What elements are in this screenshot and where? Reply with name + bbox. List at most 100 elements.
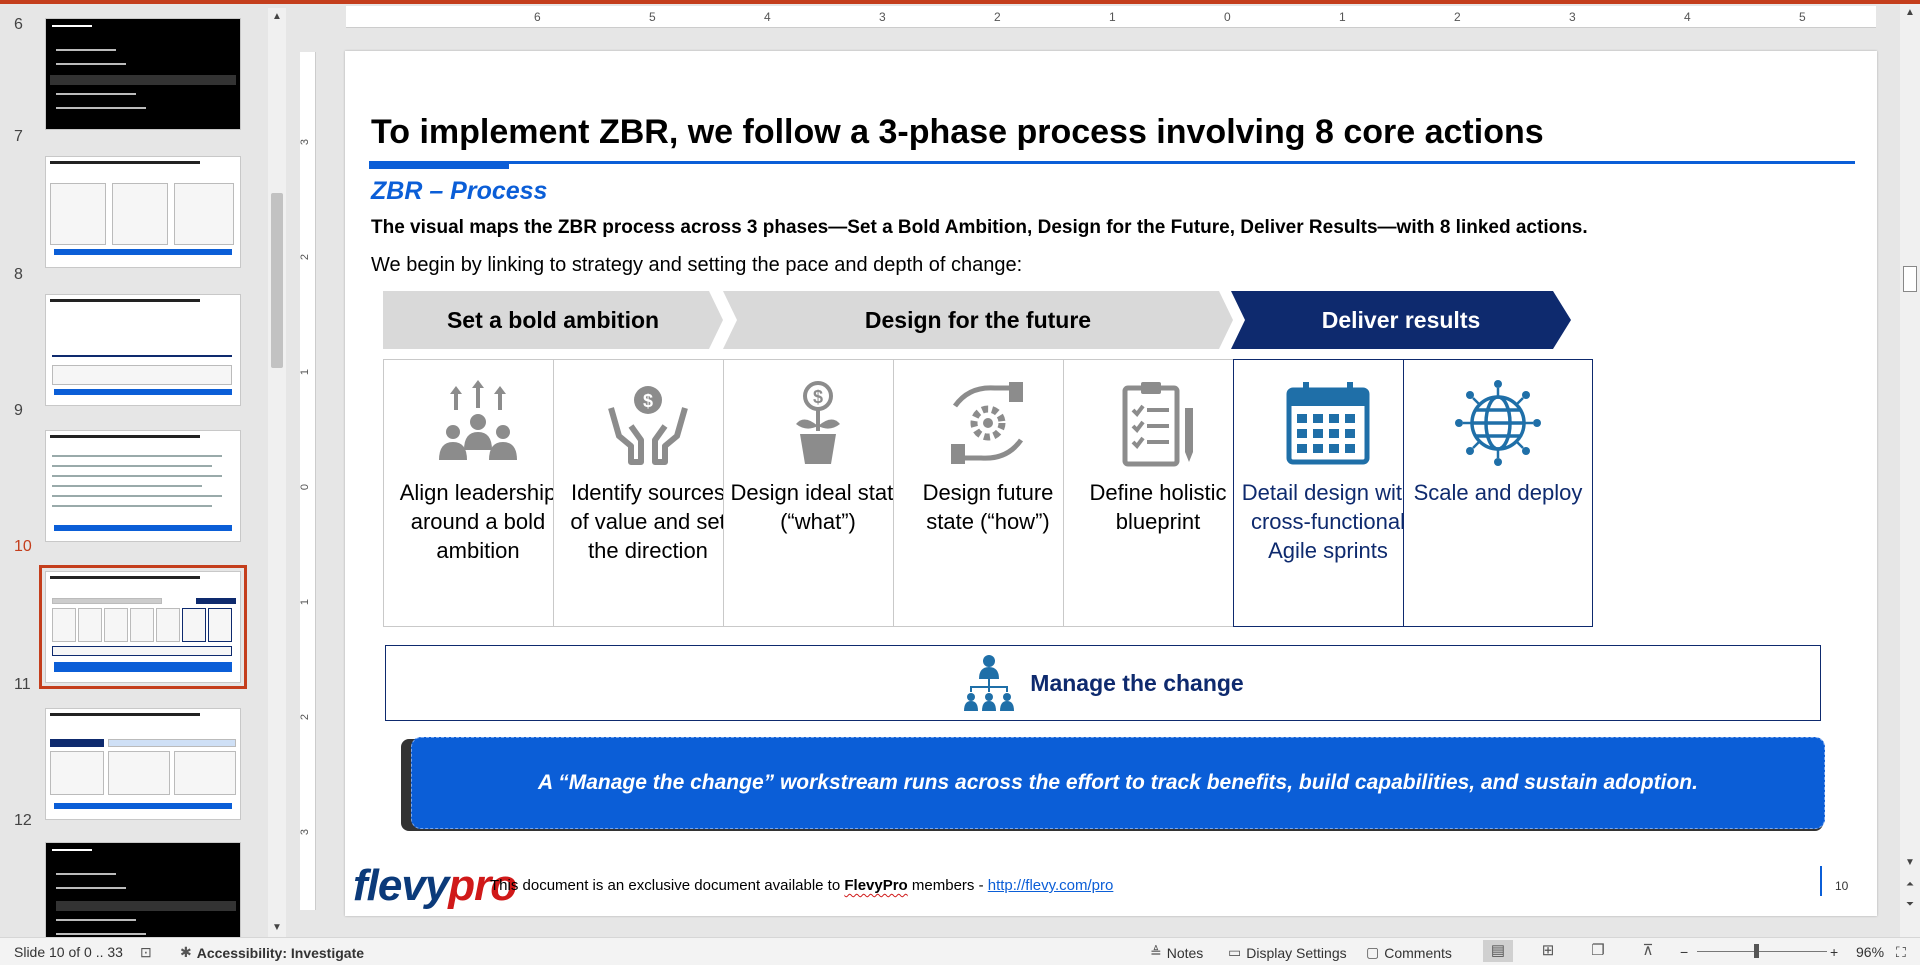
- thumbnail-slide-10[interactable]: [39, 565, 247, 689]
- action-card-define-blueprint[interactable]: Define holistic blueprint: [1063, 359, 1253, 627]
- display-settings-button[interactable]: ▭ Display Settings: [1228, 944, 1347, 961]
- next-slide-icon[interactable]: ⏷: [1901, 896, 1919, 914]
- ruler-tick: 3: [1569, 10, 1576, 24]
- calendar-icon: [1286, 382, 1370, 465]
- comments-button[interactable]: ▢ Comments: [1366, 944, 1452, 961]
- scroll-up-icon[interactable]: ▲: [1901, 4, 1919, 22]
- action-card-detail-design[interactable]: Detail design with cross-functional Agil…: [1233, 359, 1423, 627]
- ruler-tick: 0: [299, 483, 312, 491]
- action-card-align-leadership[interactable]: Align leadership around a bold ambition: [383, 359, 573, 627]
- phase-label: Set a bold ambition: [446, 306, 660, 333]
- thumbnail-slide-12[interactable]: [45, 842, 241, 937]
- scroll-up-icon[interactable]: ▲: [268, 8, 286, 26]
- notes-label: Notes: [1166, 944, 1204, 961]
- ruler-tick: 2: [299, 253, 312, 261]
- action-label: Detail design with cross-functional Agil…: [1241, 480, 1415, 563]
- editor-scrollbar[interactable]: ▲ ▼ ⏶ ⏷: [1900, 4, 1920, 937]
- ruler-tick: 1: [299, 598, 312, 606]
- thumbnail-scroll-thumb[interactable]: [271, 193, 283, 368]
- manage-label: Manage the change: [1030, 669, 1244, 696]
- thumbnail-slide-8[interactable]: [45, 294, 241, 406]
- action-label: Define holistic blueprint: [1089, 480, 1227, 534]
- zoom-level[interactable]: 96%: [1856, 944, 1884, 960]
- notes-button[interactable]: ≜ Notes: [1150, 944, 1203, 961]
- accessibility-button[interactable]: ✱ Accessibility: Investigate: [180, 944, 364, 961]
- footer-text: This document is an exclusive document a…: [490, 877, 1114, 894]
- footer-link[interactable]: http://flevy.com/pro: [988, 877, 1114, 894]
- comments-label: Comments: [1384, 944, 1452, 961]
- zoom-slider-knob[interactable]: [1754, 944, 1759, 958]
- thumbnail-number: 12: [14, 812, 32, 829]
- ruler-tick: 1: [1109, 10, 1116, 24]
- thumbnail-slide-6[interactable]: [45, 18, 241, 130]
- ruler-tick: 3: [299, 828, 312, 836]
- thumbnail-slide-11[interactable]: [45, 708, 241, 820]
- ruler-tick: 3: [299, 138, 312, 146]
- ruler-tick: 0: [1224, 10, 1231, 24]
- spelling-icon[interactable]: ⊡: [140, 944, 152, 961]
- notes-icon: ≜: [1150, 944, 1162, 960]
- display-settings-label: Display Settings: [1246, 944, 1347, 961]
- action-card-design-ideal-state[interactable]: $ Design ideal state (“what”): [723, 359, 913, 627]
- svg-text:$: $: [643, 391, 653, 411]
- action-label: Align leadership around a bold ambition: [399, 480, 557, 563]
- action-card-design-future-state[interactable]: Design future state (“how”): [893, 359, 1083, 627]
- thumbnail-number: 8: [14, 266, 23, 283]
- slide-subtitle[interactable]: ZBR – Process: [371, 177, 547, 206]
- org-chart-icon: [964, 655, 1015, 711]
- slide-canvas[interactable]: To implement ZBR, we follow a 3-phase pr…: [345, 51, 1877, 916]
- ruler-tick: 6: [534, 10, 541, 24]
- action-label: Scale and deploy: [1413, 480, 1583, 505]
- hand-gear-icon: [951, 382, 1024, 464]
- slide-intro[interactable]: We begin by linking to strategy and sett…: [371, 254, 1022, 277]
- zoom-in-icon[interactable]: +: [1830, 944, 1838, 960]
- title-rule: [369, 161, 1855, 164]
- scroll-down-icon[interactable]: ▼: [268, 919, 286, 937]
- ruler-tick: 2: [299, 713, 312, 721]
- ruler-tick: 4: [764, 10, 771, 24]
- thumbnail-slide-9[interactable]: [45, 430, 241, 542]
- status-bar: Slide 10 of 0 .. 33 ⊡ ✱ Accessibility: I…: [0, 937, 1920, 965]
- summary-banner[interactable]: A “Manage the change” workstream runs ac…: [411, 737, 1825, 829]
- globe-icon: [1455, 380, 1541, 466]
- banner-text: A “Manage the change” workstream runs ac…: [538, 771, 1698, 794]
- comment-icon: ▢: [1366, 944, 1380, 960]
- ruler-tick: 4: [1684, 10, 1691, 24]
- editor-scroll-thumb[interactable]: [1903, 266, 1917, 292]
- slide-title[interactable]: To implement ZBR, we follow a 3-phase pr…: [371, 113, 1544, 152]
- footer-brand: FlevyPro: [844, 877, 908, 894]
- previous-slide-icon[interactable]: ⏶: [1901, 876, 1919, 894]
- normal-view-icon[interactable]: ▤: [1483, 940, 1513, 962]
- thumbnail-number: 6: [14, 16, 23, 33]
- action-label: Design ideal state (“what”): [730, 480, 906, 534]
- clipboard-checklist-icon: [1122, 382, 1193, 467]
- phase-deliver-results[interactable]: Deliver results: [1231, 291, 1571, 349]
- ruler-tick: 5: [649, 10, 656, 24]
- fit-to-window-icon[interactable]: ⛶: [1896, 944, 1906, 961]
- phase-design-future[interactable]: Design for the future: [723, 291, 1233, 349]
- display-icon: ▭: [1228, 944, 1242, 960]
- phase-set-bold-ambition[interactable]: Set a bold ambition: [383, 291, 723, 349]
- ruler-tick: 1: [1339, 10, 1346, 24]
- thumbnail-slide-7[interactable]: [45, 156, 241, 268]
- scroll-down-icon[interactable]: ▼: [1901, 854, 1919, 872]
- action-label: Design future state (“how”): [922, 480, 1054, 534]
- accessibility-icon: ✱: [180, 944, 192, 960]
- title-rule-accent: [369, 164, 509, 169]
- horizontal-ruler: 6543210123456: [346, 6, 1920, 28]
- thumbnail-scrollbar[interactable]: ▲ ▼: [268, 8, 286, 937]
- action-card-identify-value[interactable]: $ Identify sources of value and set the …: [553, 359, 743, 627]
- slide-counter: Slide 10 of 0 .. 33: [14, 944, 123, 960]
- zoom-slider[interactable]: [1697, 951, 1827, 952]
- action-card-scale-deploy[interactable]: Scale and deploy: [1403, 359, 1593, 627]
- slide-thumbnail-pane: 6 7 8 9 10 11 12 ▲ ▼: [0, 4, 292, 937]
- reading-view-icon[interactable]: ❐: [1583, 940, 1613, 962]
- slide-sorter-icon[interactable]: ⊞: [1533, 940, 1563, 962]
- plant-coin-icon: $: [796, 381, 840, 464]
- zoom-out-icon[interactable]: −: [1680, 944, 1688, 960]
- vertical-ruler: 3 2 1 0 1 2 3: [299, 52, 316, 910]
- phase-label: Deliver results: [1321, 306, 1481, 333]
- slideshow-icon[interactable]: ⊼: [1633, 940, 1663, 962]
- manage-the-change-bar[interactable]: Manage the change: [385, 645, 1821, 721]
- slide-description[interactable]: The visual maps the ZBR process across 3…: [371, 217, 1588, 239]
